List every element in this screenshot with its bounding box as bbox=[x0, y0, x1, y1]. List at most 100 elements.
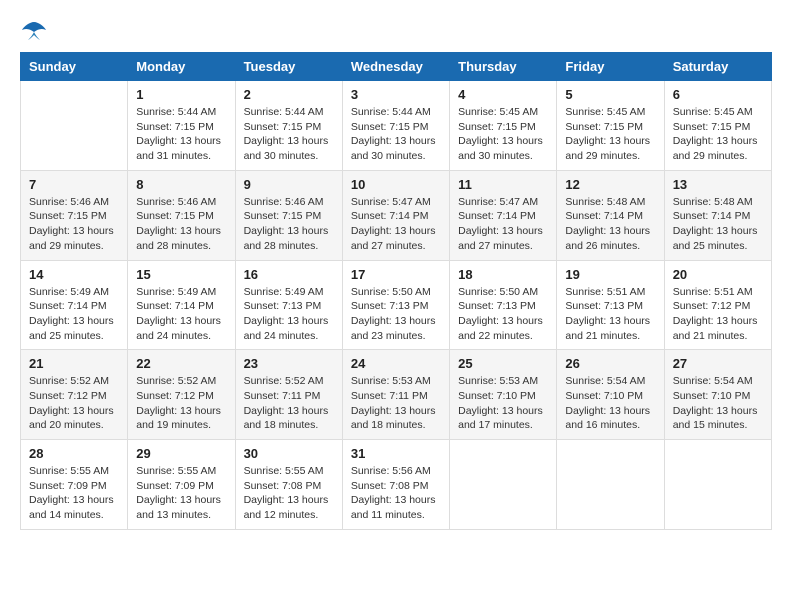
day-info: Sunrise: 5:50 AM Sunset: 7:13 PM Dayligh… bbox=[458, 285, 548, 344]
calendar-cell: 17Sunrise: 5:50 AM Sunset: 7:13 PM Dayli… bbox=[342, 260, 449, 350]
day-number: 6 bbox=[673, 87, 763, 102]
day-info: Sunrise: 5:45 AM Sunset: 7:15 PM Dayligh… bbox=[673, 105, 763, 164]
day-info: Sunrise: 5:46 AM Sunset: 7:15 PM Dayligh… bbox=[244, 195, 334, 254]
calendar-cell: 12 Sunrise: 5:48 AM Sunset: 7:14 PM Dayli… bbox=[557, 170, 664, 260]
weekday-header-wednesday: Wednesday bbox=[342, 53, 449, 81]
day-info: Sunrise: 5:51 AM Sunset: 7:12 PM Dayligh… bbox=[673, 285, 763, 344]
calendar-cell: 20 Sunrise: 5:51 AM Sunset: 7:12 PM Dayli… bbox=[664, 260, 771, 350]
calendar-week-1: 1 Sunrise: 5:44 AM Sunset: 7:15 PM Daylig… bbox=[21, 81, 772, 171]
calendar-cell: 7 Sunrise: 5:46 AM Sunset: 7:15 PM Daylig… bbox=[21, 170, 128, 260]
calendar-cell bbox=[21, 81, 128, 171]
day-number: 4 bbox=[458, 87, 548, 102]
calendar-table: SundayMondayTuesdayWednesdayThursdayFrid… bbox=[20, 52, 772, 530]
weekday-header-tuesday: Tuesday bbox=[235, 53, 342, 81]
day-number: 28 bbox=[29, 446, 119, 461]
day-info: Sunrise: 5:49 AM Sunset: 7:13 PM Dayligh… bbox=[244, 285, 334, 344]
logo bbox=[20, 20, 52, 42]
day-number: 8 bbox=[136, 177, 226, 192]
logo-icon bbox=[20, 20, 48, 42]
day-info: Sunrise: 5:51 AM Sunset: 7:13 PM Dayligh… bbox=[565, 285, 655, 344]
calendar-cell: 4 Sunrise: 5:45 AM Sunset: 7:15 PM Daylig… bbox=[450, 81, 557, 171]
day-number: 26 bbox=[565, 356, 655, 371]
day-number: 14 bbox=[29, 267, 119, 282]
calendar-cell: 24 Sunrise: 5:53 AM Sunset: 7:11 PM Dayli… bbox=[342, 350, 449, 440]
day-info: Sunrise: 5:56 AM Sunset: 7:08 PM Dayligh… bbox=[351, 464, 441, 523]
weekday-header-saturday: Saturday bbox=[664, 53, 771, 81]
day-number: 18 bbox=[458, 267, 548, 282]
day-info: Sunrise: 5:45 AM Sunset: 7:15 PM Dayligh… bbox=[458, 105, 548, 164]
weekday-header-thursday: Thursday bbox=[450, 53, 557, 81]
calendar-cell: 30 Sunrise: 5:55 AM Sunset: 7:08 PM Dayli… bbox=[235, 440, 342, 530]
day-number: 2 bbox=[244, 87, 334, 102]
calendar-cell: 10Sunrise: 5:47 AM Sunset: 7:14 PM Dayli… bbox=[342, 170, 449, 260]
day-number: 21 bbox=[29, 356, 119, 371]
calendar-week-4: 21 Sunrise: 5:52 AM Sunset: 7:12 PM Dayli… bbox=[21, 350, 772, 440]
calendar-cell: 8 Sunrise: 5:46 AM Sunset: 7:15 PM Daylig… bbox=[128, 170, 235, 260]
day-number: 30 bbox=[244, 446, 334, 461]
calendar-cell bbox=[450, 440, 557, 530]
calendar-cell: 28 Sunrise: 5:55 AM Sunset: 7:09 PM Dayli… bbox=[21, 440, 128, 530]
calendar-cell: 3Sunrise: 5:44 AM Sunset: 7:15 PM Daylig… bbox=[342, 81, 449, 171]
calendar-cell: 11Sunrise: 5:47 AM Sunset: 7:14 PM Dayli… bbox=[450, 170, 557, 260]
day-info: Sunrise: 5:48 AM Sunset: 7:14 PM Dayligh… bbox=[565, 195, 655, 254]
day-number: 29 bbox=[136, 446, 226, 461]
day-number: 1 bbox=[136, 87, 226, 102]
calendar-cell: 1 Sunrise: 5:44 AM Sunset: 7:15 PM Daylig… bbox=[128, 81, 235, 171]
day-number: 22 bbox=[136, 356, 226, 371]
day-info: Sunrise: 5:53 AM Sunset: 7:11 PM Dayligh… bbox=[351, 374, 441, 433]
day-info: Sunrise: 5:52 AM Sunset: 7:12 PM Dayligh… bbox=[136, 374, 226, 433]
day-info: Sunrise: 5:55 AM Sunset: 7:08 PM Dayligh… bbox=[244, 464, 334, 523]
calendar-cell: 14 Sunrise: 5:49 AM Sunset: 7:14 PM Dayli… bbox=[21, 260, 128, 350]
day-info: Sunrise: 5:47 AM Sunset: 7:14 PM Dayligh… bbox=[458, 195, 548, 254]
day-info: Sunrise: 5:49 AM Sunset: 7:14 PM Dayligh… bbox=[136, 285, 226, 344]
calendar-cell: 13Sunrise: 5:48 AM Sunset: 7:14 PM Dayli… bbox=[664, 170, 771, 260]
day-info: Sunrise: 5:53 AM Sunset: 7:10 PM Dayligh… bbox=[458, 374, 548, 433]
day-info: Sunrise: 5:55 AM Sunset: 7:09 PM Dayligh… bbox=[136, 464, 226, 523]
calendar-cell: 16 Sunrise: 5:49 AM Sunset: 7:13 PM Dayli… bbox=[235, 260, 342, 350]
day-info: Sunrise: 5:46 AM Sunset: 7:15 PM Dayligh… bbox=[29, 195, 119, 254]
day-info: Sunrise: 5:54 AM Sunset: 7:10 PM Dayligh… bbox=[565, 374, 655, 433]
day-info: Sunrise: 5:50 AM Sunset: 7:13 PM Dayligh… bbox=[351, 285, 441, 344]
day-info: Sunrise: 5:49 AM Sunset: 7:14 PM Dayligh… bbox=[29, 285, 119, 344]
day-info: Sunrise: 5:46 AM Sunset: 7:15 PM Dayligh… bbox=[136, 195, 226, 254]
calendar-cell: 25 Sunrise: 5:53 AM Sunset: 7:10 PM Dayli… bbox=[450, 350, 557, 440]
day-number: 19 bbox=[565, 267, 655, 282]
calendar-cell: 19 Sunrise: 5:51 AM Sunset: 7:13 PM Dayli… bbox=[557, 260, 664, 350]
day-number: 12 bbox=[565, 177, 655, 192]
calendar-cell: 26 Sunrise: 5:54 AM Sunset: 7:10 PM Dayli… bbox=[557, 350, 664, 440]
day-info: Sunrise: 5:44 AM Sunset: 7:15 PM Dayligh… bbox=[244, 105, 334, 164]
weekday-header-friday: Friday bbox=[557, 53, 664, 81]
calendar-cell: 18 Sunrise: 5:50 AM Sunset: 7:13 PM Dayli… bbox=[450, 260, 557, 350]
day-number: 20 bbox=[673, 267, 763, 282]
page-header bbox=[20, 20, 772, 42]
day-info: Sunrise: 5:55 AM Sunset: 7:09 PM Dayligh… bbox=[29, 464, 119, 523]
day-number: 7 bbox=[29, 177, 119, 192]
day-number: 5 bbox=[565, 87, 655, 102]
calendar-cell: 5 Sunrise: 5:45 AM Sunset: 7:15 PM Daylig… bbox=[557, 81, 664, 171]
day-number: 9 bbox=[244, 177, 334, 192]
day-info: Sunrise: 5:44 AM Sunset: 7:15 PM Dayligh… bbox=[136, 105, 226, 164]
calendar-cell bbox=[557, 440, 664, 530]
day-info: Sunrise: 5:44 AM Sunset: 7:15 PM Dayligh… bbox=[351, 105, 441, 164]
calendar-cell: 31 Sunrise: 5:56 AM Sunset: 7:08 PM Dayli… bbox=[342, 440, 449, 530]
day-number: 24 bbox=[351, 356, 441, 371]
day-number: 16 bbox=[244, 267, 334, 282]
weekday-header-sunday: Sunday bbox=[21, 53, 128, 81]
calendar-week-2: 7 Sunrise: 5:46 AM Sunset: 7:15 PM Daylig… bbox=[21, 170, 772, 260]
day-info: Sunrise: 5:52 AM Sunset: 7:12 PM Dayligh… bbox=[29, 374, 119, 433]
day-info: Sunrise: 5:54 AM Sunset: 7:10 PM Dayligh… bbox=[673, 374, 763, 433]
calendar-cell: 6 Sunrise: 5:45 AM Sunset: 7:15 PM Daylig… bbox=[664, 81, 771, 171]
day-number: 25 bbox=[458, 356, 548, 371]
calendar-cell: 9 Sunrise: 5:46 AM Sunset: 7:15 PM Daylig… bbox=[235, 170, 342, 260]
weekday-header-monday: Monday bbox=[128, 53, 235, 81]
day-number: 27 bbox=[673, 356, 763, 371]
calendar-cell: 21 Sunrise: 5:52 AM Sunset: 7:12 PM Dayli… bbox=[21, 350, 128, 440]
calendar-cell: 27 Sunrise: 5:54 AM Sunset: 7:10 PM Dayli… bbox=[664, 350, 771, 440]
day-number: 31 bbox=[351, 446, 441, 461]
calendar-cell: 23Sunrise: 5:52 AM Sunset: 7:11 PM Dayli… bbox=[235, 350, 342, 440]
calendar-week-3: 14 Sunrise: 5:49 AM Sunset: 7:14 PM Dayli… bbox=[21, 260, 772, 350]
calendar-cell: 22 Sunrise: 5:52 AM Sunset: 7:12 PM Dayli… bbox=[128, 350, 235, 440]
day-info: Sunrise: 5:48 AM Sunset: 7:14 PM Dayligh… bbox=[673, 195, 763, 254]
day-info: Sunrise: 5:45 AM Sunset: 7:15 PM Dayligh… bbox=[565, 105, 655, 164]
day-info: Sunrise: 5:47 AM Sunset: 7:14 PM Dayligh… bbox=[351, 195, 441, 254]
